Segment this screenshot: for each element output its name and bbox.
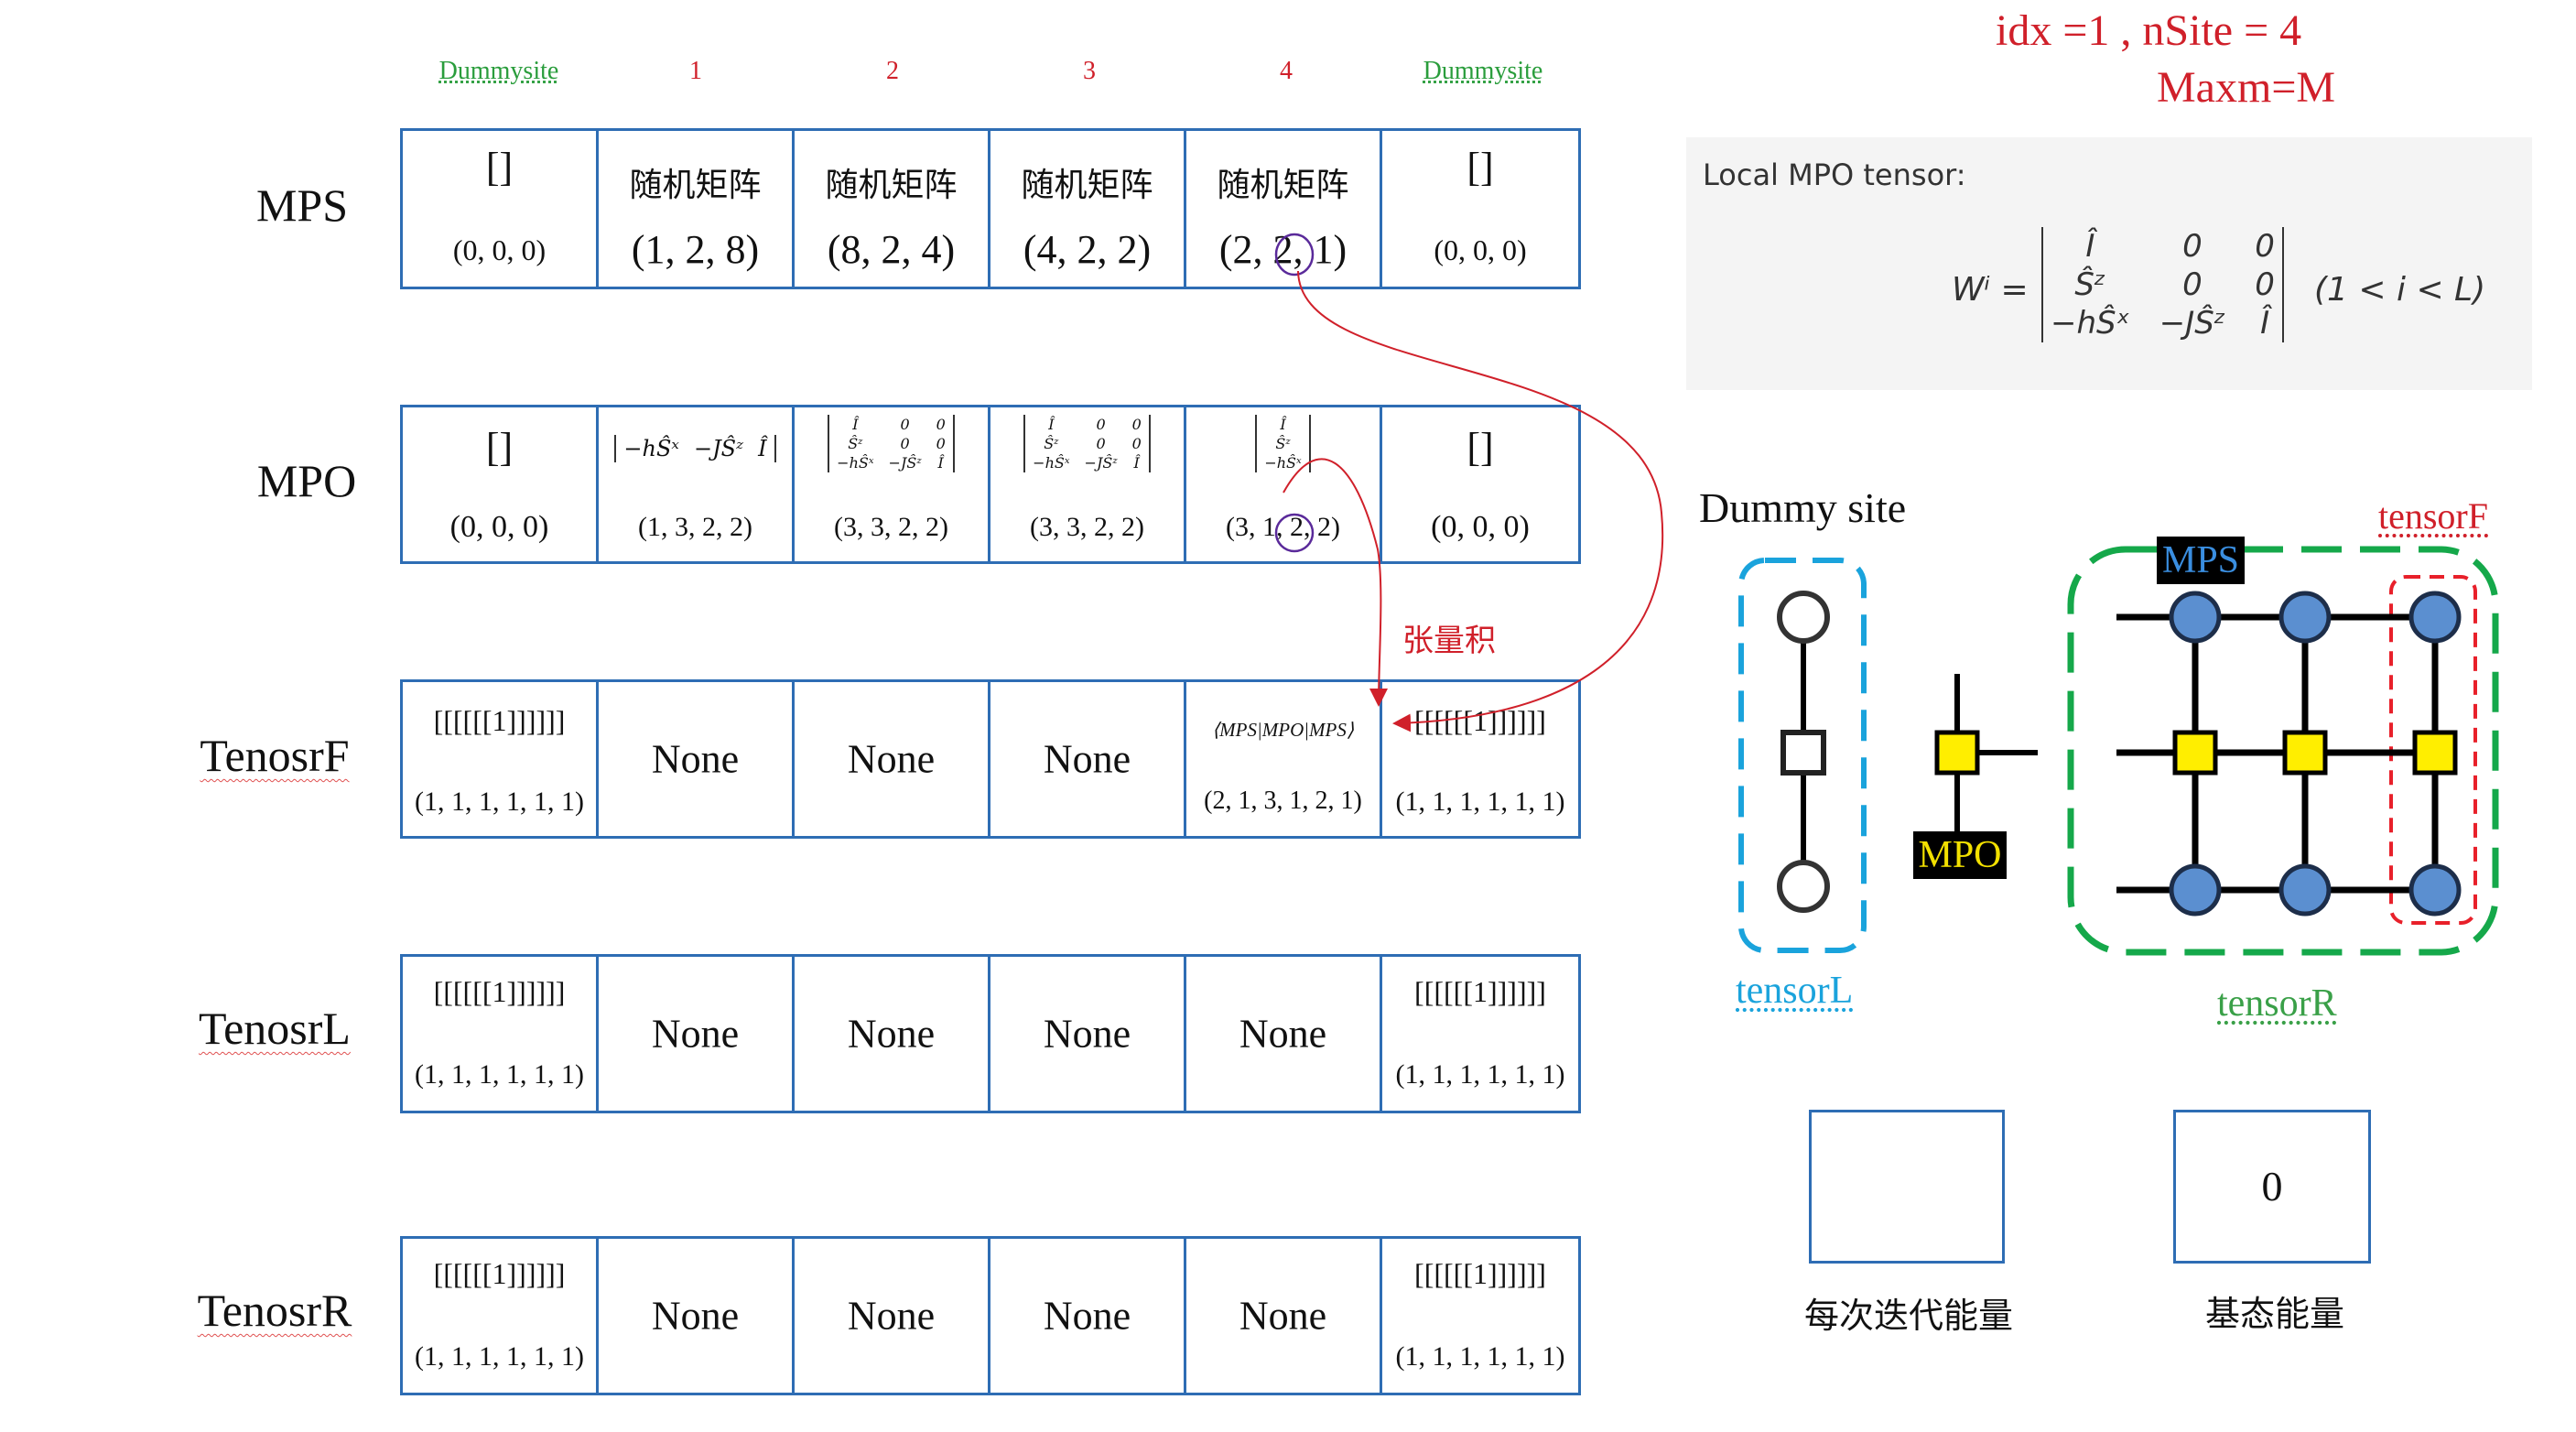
- mps-node: [2408, 591, 2462, 644]
- mpo-node: [2172, 730, 2218, 776]
- mps-conj-node: [2408, 863, 2462, 917]
- ground-energy-label: 基态能量: [2204, 1294, 2344, 1334]
- mpo-node: [2412, 730, 2458, 776]
- mps-conj-node: [2169, 863, 2222, 917]
- mps-conj-node: [2278, 863, 2332, 917]
- dummy-top-node: [1777, 591, 1830, 644]
- mps-node: [2169, 591, 2222, 644]
- dummy-bottom-node: [1777, 860, 1830, 913]
- ground-energy-box: 0: [2173, 1110, 2371, 1264]
- mps-tag: MPS: [2157, 537, 2245, 584]
- tensorr-label: tensorR: [2217, 982, 2337, 1025]
- iteration-energy-box: [1809, 1110, 2005, 1264]
- dummy-mid-node: [1780, 730, 1826, 776]
- mpo-node: [2282, 730, 2328, 776]
- tensorl-label: tensorL: [1736, 970, 1854, 1012]
- mpo-node: [1934, 730, 1980, 776]
- ground-energy-value: 0: [2261, 1163, 2283, 1210]
- tensorf-label: tensorF: [2378, 495, 2488, 537]
- mpo-tag: MPO: [1913, 831, 2007, 879]
- mps-node: [2278, 591, 2332, 644]
- iteration-energy-label: 每次迭代能量: [1803, 1296, 2013, 1336]
